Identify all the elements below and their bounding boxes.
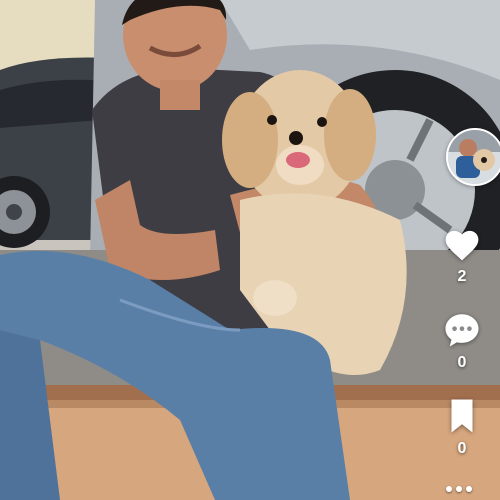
more-button[interactable] bbox=[446, 486, 480, 496]
action-rail: 2 0 0 bbox=[424, 128, 500, 500]
like-count: 2 bbox=[457, 268, 467, 285]
comment-button[interactable]: 0 bbox=[424, 310, 500, 372]
bookmark-icon bbox=[440, 396, 484, 436]
creator-avatar[interactable] bbox=[446, 128, 500, 186]
more-dot bbox=[446, 486, 452, 492]
save-count: 0 bbox=[457, 440, 467, 457]
avatar-icon bbox=[448, 130, 500, 184]
more-dot bbox=[456, 486, 462, 492]
more-dot bbox=[466, 486, 472, 492]
heart-icon bbox=[440, 224, 484, 264]
comment-count: 0 bbox=[457, 354, 467, 371]
like-button[interactable]: 2 bbox=[424, 224, 500, 286]
save-button[interactable]: 0 bbox=[424, 396, 500, 458]
comment-bubble-icon bbox=[440, 310, 484, 350]
